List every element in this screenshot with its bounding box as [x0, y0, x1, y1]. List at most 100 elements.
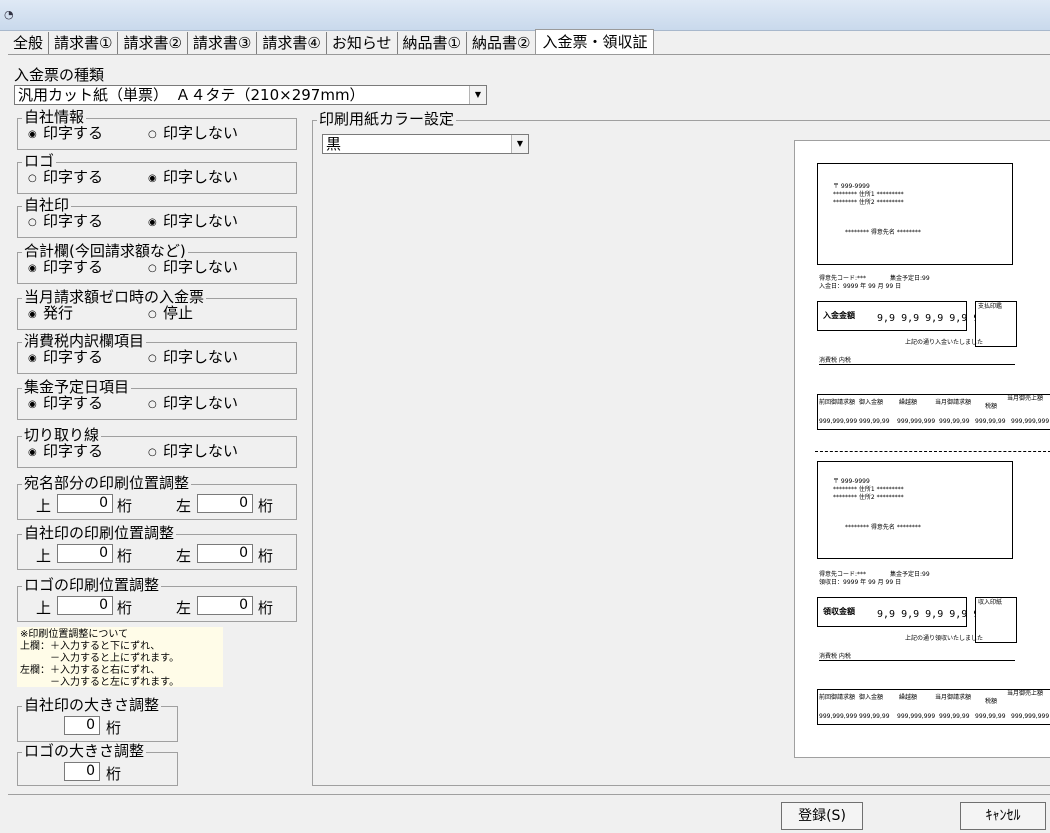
total-fields-print-radio[interactable]: ◉ 印字する [28, 258, 103, 278]
unit-label: 桁 [106, 765, 122, 783]
tab-delivery-1[interactable]: 納品書① [398, 32, 467, 54]
register-button[interactable]: 登録(S) [781, 802, 863, 830]
summary-header-3: 繰越額 [899, 399, 918, 406]
left-label: 左 [176, 547, 192, 565]
summary-header-6: 当月御売上額 [1007, 395, 1044, 402]
group-company-seal: 自社印 ○ 印字する ◉ 印字しない [17, 196, 297, 238]
logo-top-input[interactable]: 0 [57, 596, 113, 615]
group-logo: ロゴ ○ 印字する ◉ 印字しない [17, 152, 297, 194]
radio-empty-icon: ○ [148, 263, 157, 274]
tab-general[interactable]: 全般 [8, 32, 50, 54]
summary-header-5: 税額 [985, 698, 998, 705]
summary-header-1: 前回御請求額 [819, 399, 856, 406]
unit-label: 桁 [258, 599, 274, 617]
radio-checked-icon: ◉ [28, 263, 37, 274]
summary-value-6: 999,999,999 [1011, 418, 1050, 425]
cut-line-noprint-radio[interactable]: ○ 印字しない [148, 442, 238, 462]
group-total-fields: 合計欄(今回請求額など) ◉ 印字する ○ 印字しない [17, 242, 297, 284]
tax-line: 消費税 内税 [819, 357, 1015, 365]
address-box [817, 461, 1013, 559]
postal-code: 〒 999-9999 [833, 183, 870, 190]
tax-breakdown-noprint-radio[interactable]: ○ 印字しない [148, 348, 238, 368]
deposit-digits: 9,9 9,9 9,9 9,9 9 [877, 313, 980, 324]
chevron-down-icon[interactable]: ▼ [469, 86, 486, 104]
top-label: 上 [36, 547, 52, 565]
chevron-down-icon[interactable]: ▼ [511, 135, 528, 153]
summary-value-2: 999,99,99 [859, 418, 890, 425]
company-info-print-radio[interactable]: ◉ 印字する [28, 124, 103, 144]
total-fields-noprint-radio[interactable]: ○ 印字しない [148, 258, 238, 278]
paper-color-select[interactable]: 黒 ▼ [322, 134, 529, 154]
address-top-input[interactable]: 0 [57, 494, 113, 513]
address-line-1: ******** 住所1 ********* [833, 486, 904, 493]
group-seal-size-label: 自社印の大きさ調整 [22, 696, 162, 714]
address-left-input[interactable]: 0 [197, 494, 253, 513]
company-seal-print-radio[interactable]: ○ 印字する [28, 212, 103, 232]
left-label: 左 [176, 599, 192, 617]
paper-color-value: 黒 [326, 135, 342, 153]
tax-line: 消費税 内税 [819, 653, 1015, 661]
radio-empty-icon: ○ [148, 353, 157, 364]
cut-line-print-radio[interactable]: ◉ 印字する [28, 442, 103, 462]
group-collection-date: 集金予定日項目 ◉ 印字する ○ 印字しない [17, 378, 297, 420]
address-line-1: ******** 住所1 ********* [833, 191, 904, 198]
group-address-position-label: 宛名部分の印刷位置調整 [22, 474, 192, 492]
group-logo-size: ロゴの大きさ調整 0 桁 [17, 742, 178, 786]
summary-value-3: 999,999,999 [897, 713, 936, 720]
company-info-noprint-radio[interactable]: ○ 印字しない [148, 124, 238, 144]
summary-value-5: 999,99,99 [975, 713, 1006, 720]
summary-value-5: 999,99,99 [975, 418, 1006, 425]
received-line: 上記の通り入金いたしました [905, 339, 984, 346]
summary-header-4: 当月御請求額 [935, 694, 972, 701]
radio-empty-icon: ○ [148, 399, 157, 410]
summary-header-2: 御入金額 [859, 694, 884, 701]
tax-breakdown-print-radio[interactable]: ◉ 印字する [28, 348, 103, 368]
logo-noprint-radio[interactable]: ◉ 印字しない [148, 168, 238, 188]
group-seal-size: 自社印の大きさ調整 0 桁 [17, 696, 178, 742]
collection-date-noprint-radio[interactable]: ○ 印字しない [148, 394, 238, 414]
print-preview: 〒 999-9999 ******** 住所1 ********* ******… [794, 140, 1050, 758]
revenue-stamp-label: 収入印紙 [978, 599, 1003, 606]
summary-value-4: 999,99,99 [939, 418, 970, 425]
group-zero-billing: 当月請求額ゼロ時の入金票 ◉ 発行 ○ 停止 [17, 288, 297, 330]
logo-size-input[interactable]: 0 [64, 762, 100, 781]
tab-invoice-1[interactable]: 請求書① [49, 32, 119, 54]
radio-checked-icon: ◉ [28, 353, 37, 364]
company-seal-noprint-radio[interactable]: ◉ 印字しない [148, 212, 238, 232]
group-address-position: 宛名部分の印刷位置調整 上 0 桁 左 0 桁 [17, 474, 297, 520]
summary-header-3: 繰越額 [899, 694, 918, 701]
seal-size-input[interactable]: 0 [64, 716, 100, 735]
payment-seal-label: 支払印鑑 [978, 303, 1003, 310]
group-logo-position: ロゴの印刷位置調整 上 0 桁 左 0 桁 [17, 576, 297, 622]
tab-invoice-4[interactable]: 請求書④ [257, 32, 327, 54]
logo-left-input[interactable]: 0 [197, 596, 253, 615]
zero-billing-issue-radio[interactable]: ◉ 発行 [28, 304, 73, 324]
seal-left-input[interactable]: 0 [197, 544, 253, 563]
slip-type-select[interactable]: 汎用カット紙（単票） Ａ４タテ（210×297mm） ▼ [14, 85, 487, 105]
group-cut-line: 切り取り線 ◉ 印字する ○ 印字しない [17, 426, 297, 468]
tab-deposit-receipt[interactable]: 入金票・領収証 [535, 29, 655, 54]
cancel-button[interactable]: ｷｬﾝｾﾙ [960, 802, 1046, 830]
radio-checked-icon: ◉ [28, 309, 37, 320]
radio-checked-icon: ◉ [148, 217, 157, 228]
radio-checked-icon: ◉ [148, 173, 157, 184]
tab-delivery-2[interactable]: 納品書② [467, 32, 535, 54]
address-line-2: ******** 住所2 ********* [833, 199, 904, 206]
app-icon: ◔ [4, 8, 14, 21]
zero-billing-stop-radio[interactable]: ○ 停止 [148, 304, 193, 324]
summary-header-2: 御入金額 [859, 399, 884, 406]
logo-print-radio[interactable]: ○ 印字する [28, 168, 103, 188]
tab-invoice-3[interactable]: 請求書③ [188, 32, 258, 54]
receipt-date-line: 領収日：9999 年 99 月 99 日 [819, 579, 902, 586]
radio-checked-icon: ◉ [28, 129, 37, 140]
seal-top-input[interactable]: 0 [57, 544, 113, 563]
collection-date-print-radio[interactable]: ◉ 印字する [28, 394, 103, 414]
paper-color-label: 印刷用紙カラー設定 [317, 110, 457, 128]
tab-notice[interactable]: お知らせ [327, 32, 398, 54]
deposit-amount-label: 入金金額 [823, 311, 855, 320]
footer-divider [8, 794, 1050, 795]
customer-code-line: 得意先コード:*** 集金予定日:99 [819, 571, 930, 578]
radio-empty-icon: ○ [28, 173, 37, 184]
tab-invoice-2[interactable]: 請求書② [118, 32, 188, 54]
postal-code: 〒 999-9999 [833, 478, 870, 485]
